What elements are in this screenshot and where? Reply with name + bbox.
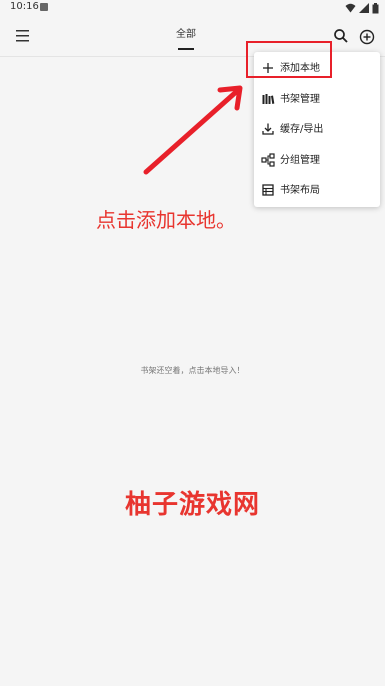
menu-item-label: 书架布局 <box>280 185 320 196</box>
watermark: 柚子游戏网 <box>124 490 260 520</box>
highlight-box <box>246 41 332 78</box>
notification-icon <box>40 3 48 11</box>
layout-icon <box>262 184 274 196</box>
red-arrow-annotation <box>143 85 243 175</box>
signal-icon <box>359 3 369 13</box>
tab-all-label: 全部 <box>176 29 196 40</box>
tab-indicator <box>178 48 194 50</box>
menu-item-bookshelf-manage[interactable]: 书架管理 <box>254 84 380 115</box>
search-icon <box>334 29 348 43</box>
menu-item-label: 缓存/导出 <box>280 124 324 135</box>
menu-item-group-manage[interactable]: 分组管理 <box>254 145 380 176</box>
search-button[interactable] <box>333 28 349 44</box>
bookshelf-icon <box>262 94 275 104</box>
status-time: 10:16 <box>10 1 39 12</box>
add-circle-icon <box>359 29 375 45</box>
menu-item-label: 书架管理 <box>280 94 320 105</box>
hamburger-icon <box>16 30 29 42</box>
status-icons <box>345 2 379 14</box>
menu-button[interactable] <box>15 28 33 44</box>
menu-item-bookshelf-layout[interactable]: 书架布局 <box>254 175 380 206</box>
annotation-text: 点击添加本地。 <box>96 208 236 232</box>
tab-all[interactable]: 全部 <box>166 24 206 50</box>
group-icon <box>261 153 275 167</box>
menu-item-cache-export[interactable]: 缓存/导出 <box>254 114 380 145</box>
wifi-icon <box>345 3 356 13</box>
menu-item-label: 分组管理 <box>280 155 320 166</box>
battery-icon <box>372 2 379 13</box>
download-icon <box>262 123 274 135</box>
status-bar: 10:16 <box>0 0 385 16</box>
empty-bookshelf-hint: 书架还空着，点击本地导入！ <box>140 366 245 375</box>
add-button[interactable] <box>358 28 376 46</box>
